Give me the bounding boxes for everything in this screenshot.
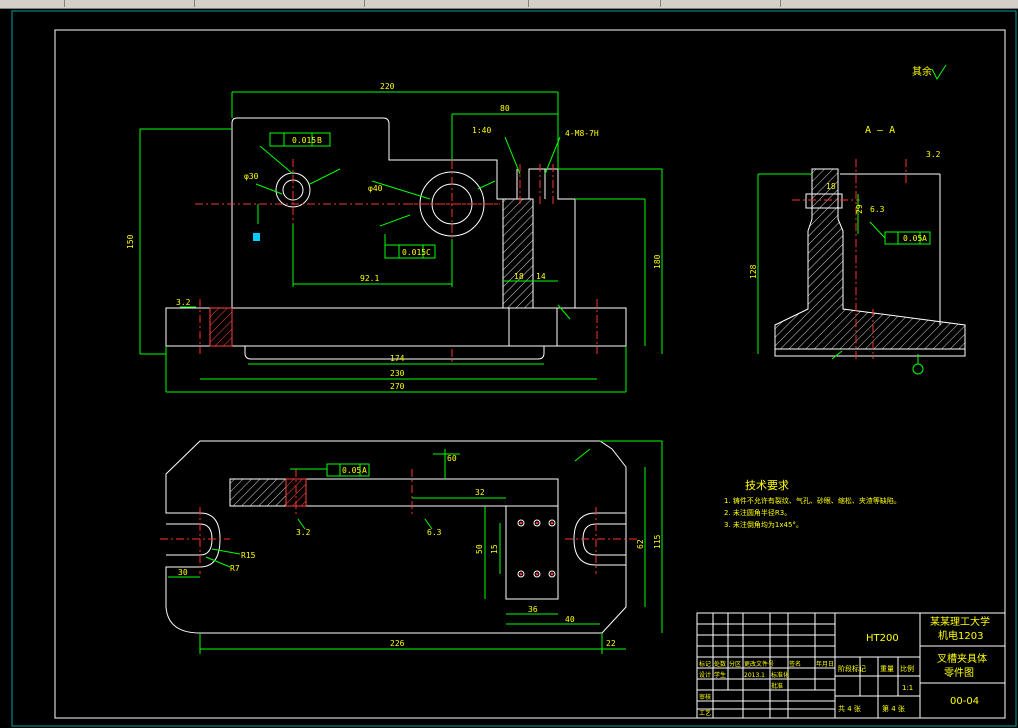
dim-label: 150 <box>126 234 135 249</box>
weight-label: 重量 <box>880 665 894 673</box>
dim-label: 230 <box>390 369 405 378</box>
inner-frame <box>54 29 1006 719</box>
datum-ref: A <box>922 234 927 243</box>
dim-label: 80 <box>500 104 510 113</box>
toolbar <box>0 0 1018 9</box>
dim-label: 32 <box>475 488 485 497</box>
dim-label: R15 <box>241 551 256 560</box>
header-cell: 签名 <box>789 660 801 668</box>
header-cell: 标记 <box>699 660 711 668</box>
dim-label: φ40 <box>368 184 383 193</box>
dim-label: 14 <box>536 272 546 281</box>
dim-label: 174 <box>390 354 405 363</box>
toolbar-segment[interactable] <box>0 0 65 7</box>
row-label: 批准 <box>771 682 783 690</box>
toolbar-segment[interactable] <box>528 0 661 7</box>
dim-label: 180 <box>653 254 662 269</box>
dim-label: 36 <box>528 605 538 614</box>
design-date: 2013.1 <box>744 672 765 679</box>
dim-label: 226 <box>390 639 405 648</box>
part-name: 叉槽夹具体 <box>937 652 987 665</box>
top-view-center-lines <box>195 159 598 364</box>
technical-requirements: 技术要求 1. 铸件不允许有裂纹、气孔、砂眼、缩松、夹渣等缺陷。 2. 未注圆角… <box>724 479 901 529</box>
scale-label: 比例 <box>900 664 914 673</box>
row-label: 标准化 <box>771 671 789 679</box>
dim-label: 40 <box>565 615 575 624</box>
bottom-view <box>165 440 627 634</box>
header-cell: 处数 <box>714 660 726 668</box>
drawing-type: 零件图 <box>944 667 974 679</box>
tech-note: 1. 铸件不允许有裂纹、气孔、砂眼、缩松、夹渣等缺陷。 <box>724 496 901 505</box>
designer: 学生 <box>714 671 726 679</box>
roughness-symbol-icon <box>931 64 947 81</box>
class-name: 机电1203 <box>938 629 983 642</box>
dim-label: 22 <box>606 639 616 648</box>
datum-ref: B <box>317 136 322 145</box>
toolbar-segment[interactable] <box>194 0 365 7</box>
toolbar-segment[interactable] <box>364 0 529 7</box>
stage-label: 阶段标记 <box>838 664 866 673</box>
dim-label: 50 <box>475 544 484 554</box>
dim-label: 30 <box>178 568 188 577</box>
school-name: 某某理工大学 <box>930 615 990 628</box>
header-cell: 年月日 <box>816 660 834 668</box>
datum-ref: A <box>362 466 367 475</box>
top-view <box>165 117 627 360</box>
row-label: 工艺 <box>699 709 711 717</box>
tech-note: 3. 未注倒角均为1x45°。 <box>724 520 803 529</box>
tech-title: 技术要求 <box>745 479 789 492</box>
roughness-label: 3.2 <box>926 150 941 159</box>
ucs-icon <box>253 233 260 241</box>
dim-label: φ30 <box>244 172 259 181</box>
row-label: 设计 <box>699 671 711 679</box>
dim-label: 128 <box>749 264 758 279</box>
taper-note: 1:40 <box>472 126 491 135</box>
roughness-label: 6.3 <box>870 205 885 214</box>
tolerance-value: 0.015 <box>292 136 316 145</box>
dim-label: 18 <box>826 182 836 191</box>
dim-label: 62 <box>636 539 645 549</box>
sheet-number: 第 4 张 <box>882 704 905 713</box>
drawing-svg: 220 80 150 180 174 230 270 92.1 18 14 0.… <box>11 10 1017 727</box>
dim-label: 29 <box>855 204 864 214</box>
toolbar-segment[interactable] <box>64 0 195 7</box>
roughness-label: 6.3 <box>427 528 442 537</box>
roughness-note: 其余 <box>912 65 932 78</box>
drawing-number: 00-04 <box>950 696 979 707</box>
cad-drawing-canvas[interactable]: 220 80 150 180 174 230 270 92.1 18 14 0.… <box>0 9 1018 728</box>
dim-label: R7 <box>230 564 240 573</box>
section-title: A — A <box>865 125 895 136</box>
roughness-label: 3.2 <box>176 298 191 307</box>
outer-frame <box>11 10 1017 727</box>
bottom-view-holes <box>517 519 556 578</box>
section-labels: A — A 0.05 A 128 29 18 3.2 6.3 <box>749 125 941 279</box>
header-cell: 更改文件号 <box>744 660 774 668</box>
bottom-view-dimensions <box>168 440 663 654</box>
dim-label: 115 <box>653 534 662 549</box>
thread-note: 4-M8-7H <box>565 129 599 138</box>
dim-label: 15 <box>490 544 499 554</box>
dim-label: 60 <box>447 454 457 463</box>
scale: 1:1 <box>902 684 913 692</box>
tolerance-value: 0.015 <box>402 248 426 257</box>
datum-ref: C <box>426 248 431 257</box>
dim-label: 18 <box>514 272 524 281</box>
tolerance-value: 0.05 <box>342 466 361 475</box>
material: HT200 <box>866 633 899 644</box>
row-label: 审核 <box>699 693 711 701</box>
roughness-label: 3.2 <box>296 528 311 537</box>
dim-label: 270 <box>390 382 405 391</box>
top-view-labels: 220 80 150 180 174 230 270 92.1 18 14 0.… <box>126 82 662 391</box>
dim-label: 92.1 <box>360 274 379 283</box>
sheet-count: 共 4 张 <box>838 704 861 713</box>
header-cell: 分区 <box>729 660 741 668</box>
tolerance-value: 0.05 <box>903 234 922 243</box>
section-view <box>774 168 966 357</box>
toolbar-segment[interactable] <box>660 0 781 7</box>
tech-note: 2. 未注圆角半径R3。 <box>724 508 791 517</box>
dim-label: 220 <box>380 82 395 91</box>
